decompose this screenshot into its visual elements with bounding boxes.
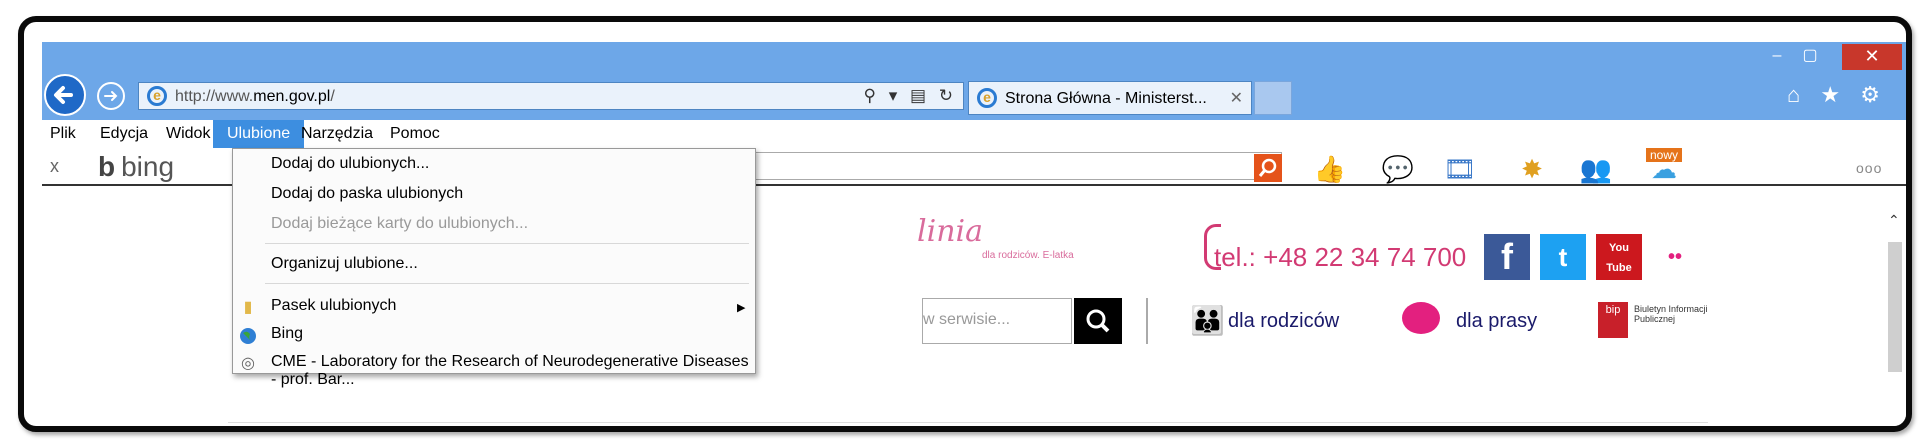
tools-gear-icon[interactable]: ⚙ — [1860, 82, 1880, 107]
minimize-button[interactable]: – — [1762, 44, 1792, 70]
menubar: Plik Edycja Widok Ulubione Narzędzia Pom… — [42, 120, 1906, 148]
back-button[interactable] — [44, 74, 86, 116]
favorites-star-icon[interactable]: ★ — [1820, 82, 1840, 107]
new-tab-button[interactable] — [1254, 81, 1292, 115]
video-icon[interactable]: 🎞 — [1442, 154, 1478, 184]
site-search-button[interactable] — [1074, 298, 1122, 344]
thumbs-up-icon[interactable]: 👍 — [1312, 154, 1348, 184]
phone-number: tel.: +48 22 34 74 700 — [1214, 242, 1467, 272]
new-badge: nowy — [1646, 148, 1683, 162]
speech-bubble-icon — [1402, 302, 1440, 334]
content-divider — [228, 422, 1708, 423]
address-url[interactable]: http://www.men.gov.pl/ — [175, 88, 335, 106]
tab-close-icon[interactable]: ✕ — [1230, 88, 1243, 108]
bing-search-input[interactable] — [742, 152, 1282, 180]
forward-button[interactable] — [97, 82, 125, 110]
chat-icon[interactable]: 💬 — [1380, 154, 1416, 184]
link-dla-prasy[interactable]: dla prasy — [1456, 310, 1537, 333]
menu-separator — [265, 283, 749, 284]
menu-pomoc[interactable]: Pomoc — [390, 120, 440, 148]
bing-b-icon: b — [98, 151, 116, 182]
close-toolbar-icon[interactable]: x — [50, 156, 59, 177]
scrollbar-thumb[interactable] — [1888, 242, 1902, 372]
bip-text[interactable]: Biuletyn Informacji Publicznej — [1634, 304, 1734, 324]
maximize-button[interactable]: ▢ — [1794, 44, 1826, 70]
ie-tab-icon: e — [977, 88, 997, 108]
search-icon — [1258, 158, 1277, 177]
close-window-button[interactable]: ✕ — [1842, 44, 1902, 70]
favorites-bar-folder[interactable]: Pasek ulubionych — [271, 297, 396, 315]
browser-right-icons: ⌂ ★ ⚙ — [1787, 82, 1894, 108]
submenu-arrow-icon: ▶ — [737, 302, 746, 314]
arrow-left-icon — [54, 86, 73, 104]
tab-strona-glowna[interactable]: e Strona Główna - Ministerst... ✕ — [968, 81, 1252, 115]
url-prefix: http://www. — [175, 88, 254, 105]
link-dla-rodzicow[interactable]: dla rodziców — [1228, 310, 1339, 333]
search-icon — [1086, 309, 1110, 333]
page-icon: ◎ — [241, 355, 255, 372]
scroll-up-icon[interactable]: ⌃ — [1888, 212, 1900, 229]
add-to-favorites[interactable]: Dodaj do ulubionych... — [271, 155, 429, 173]
menu-ulubione[interactable]: Ulubione — [213, 120, 305, 148]
favorite-cme[interactable]: CME - Laboratory for the Research of Neu… — [271, 353, 755, 389]
arrow-right-icon — [104, 91, 118, 101]
search-dropdown-icon[interactable]: ⚲ ▾ — [864, 86, 902, 105]
bip-logo[interactable]: bip — [1598, 302, 1628, 338]
linia-subtitle: dla rodziców. E-latka — [982, 250, 1074, 261]
flickr-icon[interactable]: •• — [1652, 234, 1698, 280]
users-icon[interactable]: 👥 — [1578, 154, 1614, 184]
compat-refresh-icon[interactable]: ▤ ↻ — [910, 86, 957, 105]
facebook-icon[interactable]: f — [1484, 234, 1530, 280]
menu-narzedzia[interactable]: Narzędzia — [301, 120, 373, 148]
menu-widok[interactable]: Widok — [166, 120, 210, 148]
favorite-bing[interactable]: Bing — [271, 325, 303, 343]
puzzle-icon[interactable]: ✸ — [1514, 154, 1550, 184]
folder-icon: ▮ — [243, 299, 253, 316]
url-host: men.gov.pl — [253, 88, 331, 105]
titlebar: – ▢ ✕ e http://www.men.gov.pl/ ⚲ ▾ ▤ ↻ e — [42, 42, 1906, 120]
browser-window: – ▢ ✕ e http://www.men.gov.pl/ ⚲ ▾ ▤ ↻ e — [42, 42, 1906, 426]
favorites-menu: Dodaj do ulubionych... Dodaj do paska ul… — [232, 148, 756, 388]
ie-page-icon: e — [147, 86, 167, 106]
url-suffix: / — [330, 88, 335, 105]
menu-edycja[interactable]: Edycja — [100, 120, 148, 148]
bing-logo-text: bing — [121, 151, 175, 182]
add-current-tabs: Dodaj bieżące karty do ulubionych... — [271, 215, 529, 232]
globe-icon — [239, 327, 257, 345]
parents-icon: 👪 — [1190, 305, 1225, 336]
address-bar-tools[interactable]: ⚲ ▾ ▤ ↻ — [864, 86, 957, 106]
add-to-favorites-bar[interactable]: Dodaj do paska ulubionych — [271, 185, 463, 203]
organize-favorites[interactable]: Organizuj ulubione... — [271, 255, 418, 273]
linia-logo[interactable]: linia — [917, 214, 983, 249]
divider — [1146, 298, 1148, 344]
menu-plik[interactable]: Plik — [50, 120, 76, 148]
menu-separator — [265, 243, 749, 244]
home-icon[interactable]: ⌂ — [1787, 82, 1800, 107]
youtube-icon[interactable]: You Tube — [1596, 234, 1642, 280]
site-search-input[interactable]: w serwisie... — [922, 298, 1072, 344]
address-bar[interactable]: e http://www.men.gov.pl/ ⚲ ▾ ▤ ↻ — [138, 82, 964, 110]
screenshot-frame: – ▢ ✕ e http://www.men.gov.pl/ ⚲ ▾ ▤ ↻ e — [18, 16, 1912, 432]
tab-title: Strona Główna - Ministerst... — [1005, 90, 1207, 107]
overflow-icon[interactable]: ooo — [1856, 160, 1882, 176]
bing-search-button[interactable] — [1254, 154, 1282, 182]
site-search-placeholder: w serwisie... — [923, 311, 1011, 328]
twitter-icon[interactable]: t — [1540, 234, 1586, 280]
bing-logo: b bing — [98, 151, 174, 183]
